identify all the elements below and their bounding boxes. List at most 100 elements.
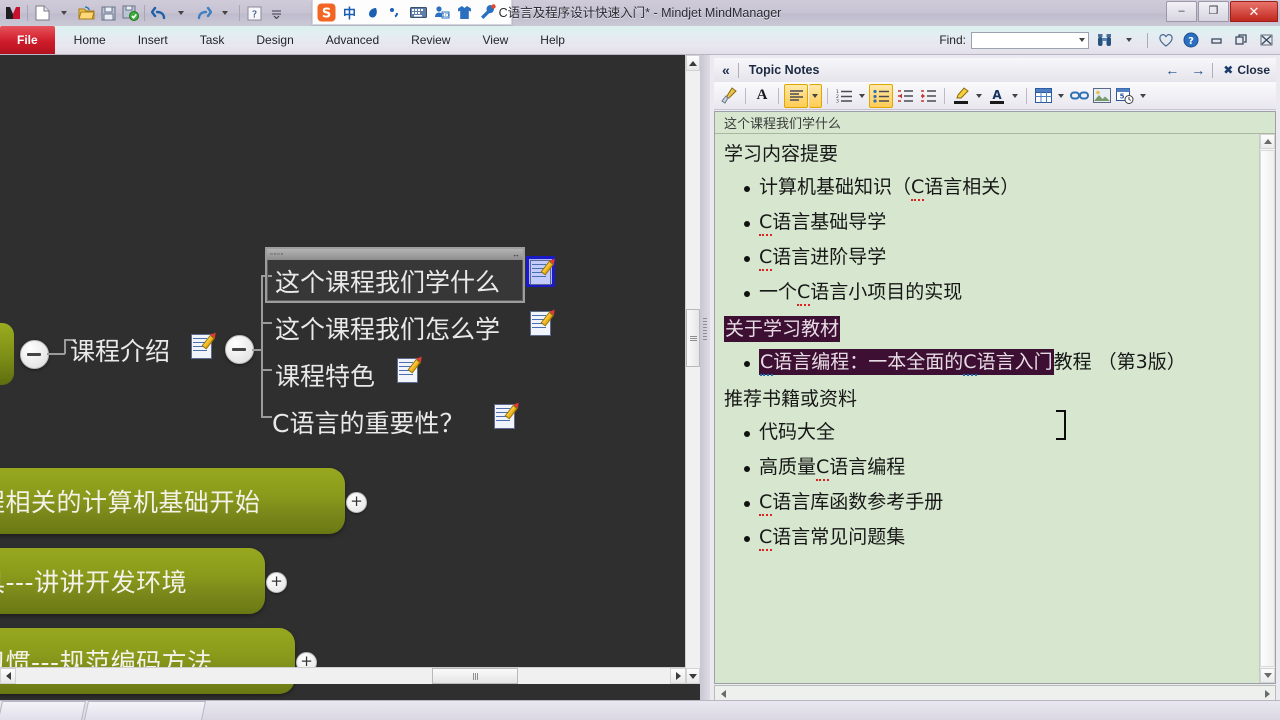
map-green-node-2[interactable]: 具---讲讲开发环境 (0, 548, 265, 614)
map-green-node-1[interactable]: 程相关的计算机基础开始 (0, 468, 345, 534)
table-dropdown-caret-icon[interactable] (1055, 85, 1067, 107)
customize-qat-icon[interactable] (265, 2, 287, 24)
window-maximize-button[interactable]: ❐ (1198, 1, 1229, 22)
topic-notes-editor[interactable]: 这个课程我们学什么 学习内容提要 计算机基础知识（C语言相关） C语言基础导学 … (714, 111, 1276, 684)
skin-shirt-icon[interactable] (454, 2, 475, 23)
list-item[interactable]: 计算机基础知识（C语言相关） (724, 176, 1260, 201)
font-style-icon[interactable]: A (751, 85, 773, 107)
insert-hyperlink-icon[interactable] (1068, 85, 1090, 107)
notes-vertical-scrollbar[interactable] (1259, 134, 1275, 683)
numbered-list-dropdown-caret-icon[interactable] (856, 85, 868, 107)
map-scroll-left-button[interactable] (0, 668, 16, 684)
window-minimize-button[interactable]: – (1166, 1, 1197, 22)
list-item[interactable]: C语言编程：一本全面的C语言入门教程 （第3版） (724, 349, 1260, 376)
pane-splitter-grip[interactable] (703, 318, 707, 340)
highlight-color-icon[interactable] (950, 85, 972, 107)
align-left-icon[interactable] (784, 83, 808, 108)
binoculars-dropdown-caret-icon[interactable] (1119, 30, 1139, 50)
list-item[interactable]: C语言常见问题集 (724, 526, 1260, 551)
help-question-icon[interactable]: ? (243, 2, 265, 24)
new-document-icon[interactable] (31, 2, 53, 24)
collapse-panel-icon[interactable]: « (714, 62, 738, 78)
wrench-icon[interactable] (477, 2, 498, 23)
moon-icon[interactable] (362, 2, 383, 23)
notes-scroll-down-button[interactable] (1260, 668, 1275, 683)
numbered-list-icon[interactable]: 123 (833, 85, 855, 107)
map-node-child-4[interactable]: C语言的重要性？ (272, 404, 464, 440)
resize-arrows-icon[interactable]: ↔ (512, 250, 520, 259)
ribbon-close-icon[interactable] (1256, 30, 1276, 50)
app-logo-icon[interactable] (2, 2, 24, 24)
map-pane[interactable]: 课程介绍 ▫▫▫▫ ↔ 这个课程我们学什么 这个课程我们怎么学 课程特色 C语言… (0, 55, 700, 700)
map-vertical-scrollbar[interactable] (685, 55, 700, 684)
ribbon-restore-icon[interactable] (1231, 30, 1251, 50)
find-input-field[interactable] (975, 31, 1079, 49)
redo-dropdown-caret-icon[interactable] (214, 2, 236, 24)
list-item[interactable]: 一个C语言小项目的实现 (724, 281, 1260, 306)
heart-icon[interactable] (1156, 30, 1176, 50)
notes-scroll-left-button[interactable] (715, 686, 731, 701)
list-item[interactable]: C语言基础导学 (724, 211, 1260, 236)
insert-date-icon[interactable]: 5 (1114, 85, 1136, 107)
open-folder-icon[interactable] (75, 2, 97, 24)
notes-scroll-up-button[interactable] (1260, 134, 1275, 149)
binoculars-search-icon[interactable] (1094, 30, 1114, 50)
comma-icon[interactable] (385, 2, 406, 23)
map-horizontal-scrollbar[interactable] (0, 667, 686, 684)
map-node-course-intro[interactable]: 课程介绍 (70, 332, 170, 368)
toolbox-icon[interactable]: 1D (431, 2, 452, 23)
increase-indent-icon[interactable] (917, 85, 939, 107)
list-item[interactable]: C语言进阶导学 (724, 246, 1260, 271)
align-dropdown-caret-icon[interactable] (809, 83, 822, 108)
undo-dropdown-caret-icon[interactable] (170, 2, 192, 24)
sheet-tab-1[interactable] (0, 701, 87, 720)
format-painter-icon[interactable] (718, 85, 740, 107)
keyboard-icon[interactable] (408, 2, 429, 23)
note-icon-course-intro[interactable] (190, 330, 219, 359)
find-input[interactable] (971, 31, 1089, 49)
collapse-course-intro-button[interactable] (225, 335, 254, 364)
note-icon-child-3[interactable] (396, 354, 425, 383)
list-item[interactable]: C语言库函数参考手册 (724, 491, 1260, 516)
date-dropdown-caret-icon[interactable] (1137, 85, 1149, 107)
note-icon-child-2[interactable] (529, 307, 558, 336)
help-circle-icon[interactable]: ? (1181, 30, 1201, 50)
notes-scroll-right-button[interactable] (1259, 686, 1275, 701)
ribbon-minimize-icon[interactable] (1206, 30, 1226, 50)
insert-table-icon[interactable] (1032, 85, 1054, 107)
tab-review[interactable]: Review (395, 26, 466, 54)
tab-insert[interactable]: Insert (122, 26, 184, 54)
map-scroll-right-button[interactable] (670, 668, 686, 684)
window-close-button[interactable]: ✕ (1230, 1, 1278, 22)
save-icon[interactable] (97, 2, 119, 24)
map-green-node-3[interactable]: 习惯---规范编码方法 (0, 628, 295, 694)
map-vscroll-thumb[interactable] (686, 309, 700, 367)
tab-task[interactable]: Task (184, 26, 241, 54)
tab-file[interactable]: File (0, 26, 55, 54)
next-topic-icon[interactable]: → (1186, 60, 1210, 80)
note-icon-child-4[interactable] (493, 400, 522, 429)
notes-subject-line[interactable]: 这个课程我们学什么 (715, 112, 1275, 134)
map-node-child-3[interactable]: 课程特色 (275, 357, 375, 393)
ime-mode-label[interactable]: 中 (339, 2, 360, 23)
tab-help[interactable]: Help (524, 26, 581, 54)
list-item[interactable]: 代码大全 (724, 423, 1260, 442)
new-dropdown-caret-icon[interactable] (53, 2, 75, 24)
highlight-dropdown-caret-icon[interactable] (973, 85, 985, 107)
save-check-icon[interactable] (119, 2, 141, 24)
insert-image-icon[interactable] (1091, 85, 1113, 107)
list-item[interactable]: 高质量C语言编程 (724, 456, 1260, 481)
close-notes-button[interactable]: ✖ Close (1215, 63, 1270, 77)
previous-topic-icon[interactable]: ← (1160, 60, 1184, 80)
selected-topic-handle-bar[interactable]: ▫▫▫▫ ↔ (267, 249, 523, 260)
redo-icon[interactable] (192, 2, 214, 24)
sheet-tab-2[interactable] (83, 701, 207, 720)
font-color-icon[interactable]: A (986, 85, 1008, 107)
bulleted-list-icon[interactable] (869, 83, 893, 108)
font-color-dropdown-caret-icon[interactable] (1009, 85, 1021, 107)
map-hscroll-thumb[interactable] (432, 668, 518, 684)
notes-vscroll-thumb[interactable] (1260, 150, 1275, 667)
notes-document[interactable]: 学习内容提要 计算机基础知识（C语言相关） C语言基础导学 C语言进阶导学 一个… (715, 134, 1260, 683)
sogou-logo-icon[interactable]: S (316, 2, 337, 23)
map-node-child-2[interactable]: 这个课程我们怎么学 (275, 310, 500, 346)
